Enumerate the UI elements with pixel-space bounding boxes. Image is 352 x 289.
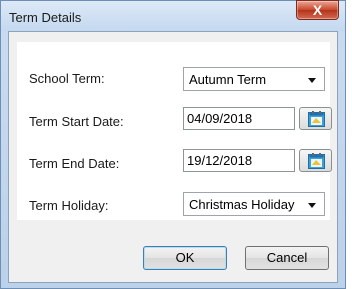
close-icon: X: [312, 2, 323, 18]
term-end-date-input[interactable]: 19/12/2018: [183, 149, 295, 172]
term-details-dialog: Term Details X School Term: Autumn Term …: [0, 0, 346, 289]
term-start-date-input[interactable]: 04/09/2018: [183, 107, 295, 130]
chevron-down-icon: [308, 78, 316, 83]
term-end-date-value: 19/12/2018: [187, 153, 253, 168]
cancel-button[interactable]: Cancel: [245, 246, 329, 270]
school-term-label: School Term:: [29, 71, 105, 86]
form-panel: School Term: Autumn Term Term Start Date…: [17, 42, 332, 220]
chevron-down-icon: [308, 203, 316, 208]
dialog-body: School Term: Autumn Term Term Start Date…: [8, 31, 338, 283]
term-start-date-value: 04/09/2018: [187, 111, 253, 126]
term-start-date-label: Term Start Date:: [29, 114, 124, 129]
school-term-dropdown[interactable]: Autumn Term: [183, 67, 325, 91]
term-end-date-label: Term End Date:: [29, 156, 120, 171]
school-term-value: Autumn Term: [189, 72, 267, 87]
title-bar[interactable]: Term Details: [1, 1, 345, 31]
close-button[interactable]: X: [296, 0, 339, 20]
window-title: Term Details: [9, 10, 82, 25]
term-holiday-label: Term Holiday:: [29, 198, 109, 213]
term-holiday-dropdown[interactable]: Christmas Holiday: [183, 192, 325, 216]
term-end-date-calendar-button[interactable]: [299, 149, 332, 172]
ok-button[interactable]: OK: [143, 246, 227, 270]
calendar-icon: [308, 153, 325, 169]
calendar-icon: [308, 111, 325, 127]
term-start-date-calendar-button[interactable]: [299, 107, 332, 130]
term-holiday-value: Christmas Holiday: [189, 197, 295, 212]
